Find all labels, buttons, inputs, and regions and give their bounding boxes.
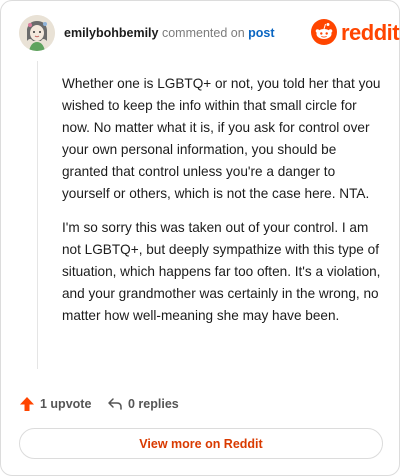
post-link[interactable]: post: [248, 26, 274, 40]
upvote-count: 1 upvote: [40, 397, 92, 411]
reddit-logo-icon: [311, 19, 337, 45]
avatar-illustration-icon: [19, 15, 55, 51]
comment-paragraph: I'm so sorry this was taken out of your …: [62, 220, 381, 323]
comment-header: emilybohbemily commented on post reddit: [19, 15, 400, 55]
replies-count: 0 replies: [128, 397, 179, 411]
comment-body: Whether one is LGBTQ+ or not, you told h…: [62, 73, 382, 339]
replies-button[interactable]: 0 replies: [107, 393, 179, 415]
user-avatar[interactable]: [19, 15, 55, 51]
comment-paragraph: Whether one is LGBTQ+ or not, you told h…: [62, 76, 381, 201]
reddit-wordmark: reddit: [341, 20, 400, 45]
comment-actions: 1 upvote 0 replies: [19, 393, 379, 415]
comment-meta: emilybohbemily commented on post: [64, 26, 275, 40]
comment-card: emilybohbemily commented on post reddit …: [0, 0, 400, 476]
thread-line: [37, 61, 38, 369]
commented-on-text: commented on: [161, 26, 245, 40]
username-link[interactable]: emilybohbemily: [64, 26, 158, 40]
upvote-button[interactable]: 1 upvote: [19, 393, 91, 415]
reply-arrow-icon: [108, 398, 122, 410]
reddit-brand[interactable]: reddit: [311, 19, 400, 47]
view-more-button[interactable]: View more on Reddit: [19, 428, 383, 459]
upvote-arrow-icon: [20, 397, 34, 411]
